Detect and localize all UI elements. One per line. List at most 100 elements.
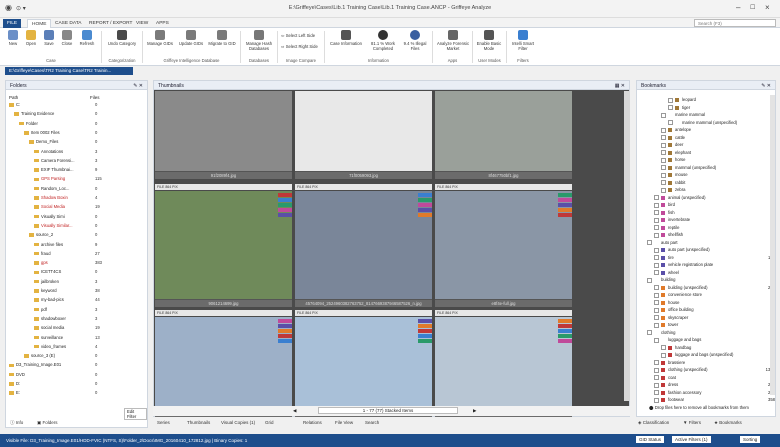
bookmark-checkbox[interactable] xyxy=(661,345,666,350)
folder-row[interactable]: fraud 27 xyxy=(9,251,145,257)
folder-row[interactable]: shadowboxer 3 xyxy=(9,316,145,322)
tab-thumbnails[interactable]: Thumbnails xyxy=(187,420,210,425)
bookmark-row[interactable]: reptile5 xyxy=(647,225,775,231)
folder-row[interactable]: social media 19 xyxy=(9,325,145,331)
thumbnail-toolbar[interactable]: FILE 864 PIX xyxy=(295,184,432,190)
thumbnail-toolbar[interactable]: FILE 864 PIX xyxy=(155,310,292,316)
bookmark-row[interactable]: horse11 xyxy=(647,157,775,163)
thumbnail-toolbar[interactable]: FILE 864 PIX xyxy=(435,310,572,316)
folder-row[interactable]: Demo_Files 0 xyxy=(9,139,145,145)
folder-row[interactable]: GPS Parsing 115 xyxy=(9,176,145,182)
tab-home[interactable]: HOME xyxy=(27,19,52,28)
bookmark-checkbox[interactable] xyxy=(668,97,673,103)
bookmark-row[interactable]: handbag1 xyxy=(647,345,775,351)
panel-options-icon[interactable]: ▦ ✕ xyxy=(615,83,625,89)
bookmark-row[interactable]: footwear 358 xyxy=(647,397,775,403)
tab-view[interactable]: VIEW xyxy=(132,19,152,28)
bookmark-checkbox[interactable] xyxy=(654,270,659,275)
tab-bookmarks[interactable]: ★ Bookmarks xyxy=(714,420,742,426)
folder-row[interactable]: my-bad-pics 44 xyxy=(9,297,145,303)
thumbnail-item[interactable]: 71f0059093.jpg xyxy=(295,91,432,179)
folder-row[interactable]: pdf 3 xyxy=(9,307,145,313)
bookmark-checkbox[interactable] xyxy=(654,232,659,238)
tab-classification[interactable]: ◈ Classification xyxy=(638,420,669,426)
folder-row[interactable]: Social Media 19 xyxy=(9,204,145,210)
folder-row[interactable]: Camera Forensi... 3 xyxy=(9,158,145,164)
folder-row[interactable]: Annotations 3 xyxy=(9,149,145,155)
refresh-button[interactable]: Refresh xyxy=(75,30,99,46)
thumbnail-toolbar[interactable]: FILE 864 PIX xyxy=(155,184,292,190)
bookmark-row[interactable]: skyscraper48 xyxy=(647,315,775,321)
bookmark-row[interactable]: brassiere17 xyxy=(647,360,775,366)
bookmark-checkbox[interactable] xyxy=(654,210,659,215)
bookmark-checkbox[interactable] xyxy=(654,397,659,403)
bookmark-checkbox[interactable] xyxy=(661,172,666,178)
bookmark-row[interactable]: tiger4 xyxy=(647,105,775,111)
bookmark-row[interactable]: deer12 xyxy=(647,142,775,148)
folder-row[interactable]: E: 0 xyxy=(9,390,145,396)
migrate-to-gid-button[interactable]: Migrate to GID xyxy=(206,30,238,46)
bookmark-checkbox[interactable] xyxy=(647,277,652,283)
bookmark-checkbox[interactable] xyxy=(654,375,659,380)
bookmark-row[interactable]: coat17 xyxy=(647,375,775,381)
folder-row[interactable]: Shadow Boxin 4 xyxy=(9,195,145,201)
case-information-button[interactable]: Case Information xyxy=(328,30,364,46)
bookmark-checkbox[interactable] xyxy=(661,157,666,163)
bookmark-row[interactable]: building (unspecified)298 xyxy=(647,285,775,291)
bookmark-row[interactable]: dress221 xyxy=(647,382,775,388)
folder-row[interactable]: surveillance 13 xyxy=(9,335,145,341)
tab-filters[interactable]: ▼ Filters xyxy=(683,420,701,425)
undo-category-button[interactable]: Undo Category xyxy=(104,30,140,46)
maximize-icon[interactable]: ☐ xyxy=(750,4,755,11)
bookmark-checkbox[interactable] xyxy=(647,240,652,245)
bookmark-checkbox[interactable] xyxy=(654,247,659,253)
folder-row[interactable]: ICETT4CS 0 xyxy=(9,269,145,275)
folder-row[interactable]: Folder 0 xyxy=(9,121,145,127)
bookmark-checkbox[interactable] xyxy=(661,112,666,118)
folder-row[interactable]: jailbroken 3 xyxy=(9,279,145,285)
bookmark-checkbox[interactable] xyxy=(654,217,659,223)
bookmark-checkbox[interactable] xyxy=(661,150,666,155)
bookmark-checkbox[interactable] xyxy=(647,330,652,335)
pin-icon[interactable]: ✎ ✕ xyxy=(133,83,143,89)
gid-status-button[interactable]: GID Status xyxy=(636,436,665,443)
bookmark-checkbox[interactable] xyxy=(661,165,666,170)
bookmark-row[interactable]: wheel57 xyxy=(647,270,775,276)
select-left-side-button[interactable]: ⇦ Select Left Side xyxy=(281,33,315,38)
pager-next-icon[interactable]: ▶ xyxy=(473,408,476,414)
tab-visual-copies-1[interactable]: Visual Copies (1) xyxy=(221,420,255,425)
bookmark-row[interactable]: marine mammal xyxy=(647,112,775,118)
folder-row[interactable]: Visually Simi 0 xyxy=(9,214,145,220)
folder-row[interactable]: Item 0002 Files 0 xyxy=(9,130,145,136)
manage-hash-databases-button[interactable]: Manage Hash Databases xyxy=(243,30,275,51)
folder-row[interactable]: keyword 38 xyxy=(9,288,145,294)
bookmark-row[interactable]: clothing xyxy=(647,330,775,336)
tab-search[interactable]: Search xyxy=(365,420,379,425)
bookmark-checkbox[interactable] xyxy=(654,322,659,328)
document-tab[interactable]: E:\Griffeye\Cases\TR2 Training Case\TR2 … xyxy=(5,67,133,75)
bookmark-row[interactable]: cattle4 xyxy=(647,135,775,141)
folder-row[interactable]: archive files 9 xyxy=(9,242,145,248)
bookmark-checkbox[interactable] xyxy=(654,390,659,395)
bookmark-row[interactable]: luggage and bags xyxy=(647,337,775,343)
bookmark-row[interactable]: office building8 xyxy=(647,307,775,313)
folder-row[interactable]: D3_Training_Image.E01 0 xyxy=(9,362,145,368)
pager-prev-icon[interactable]: ◀ xyxy=(293,408,296,414)
bookmarks-scrollbar[interactable] xyxy=(770,95,775,395)
sorting-button[interactable]: Sorting xyxy=(740,436,761,443)
folder-row[interactable]: video_frames 4 xyxy=(9,344,145,350)
analyze-forensic-market-button[interactable]: Analyze Forensic Market xyxy=(436,30,470,51)
intelli-smart-filter-button[interactable]: Intelli Smart Filter xyxy=(509,30,537,51)
bookmark-checkbox[interactable] xyxy=(661,187,666,193)
bookmark-checkbox[interactable] xyxy=(668,120,673,125)
tab-report-export[interactable]: REPORT / EXPORT xyxy=(85,19,136,28)
update-gids-button[interactable]: Update GIDs xyxy=(176,30,206,46)
bookmark-row[interactable]: building xyxy=(647,277,775,283)
bookmark-checkbox[interactable] xyxy=(654,300,659,305)
thumbnail-item[interactable]: e8f4e-full.jpg xyxy=(435,191,572,307)
thumbnail-item[interactable]: 91f2089f4.jpg xyxy=(155,91,292,179)
illegal-files-indicator[interactable]: 9.4 % Illegal Files xyxy=(400,30,430,51)
col-path[interactable]: Path xyxy=(9,95,18,100)
bookmark-checkbox[interactable] xyxy=(654,262,659,268)
bookmark-row[interactable]: bird17 xyxy=(647,202,775,208)
